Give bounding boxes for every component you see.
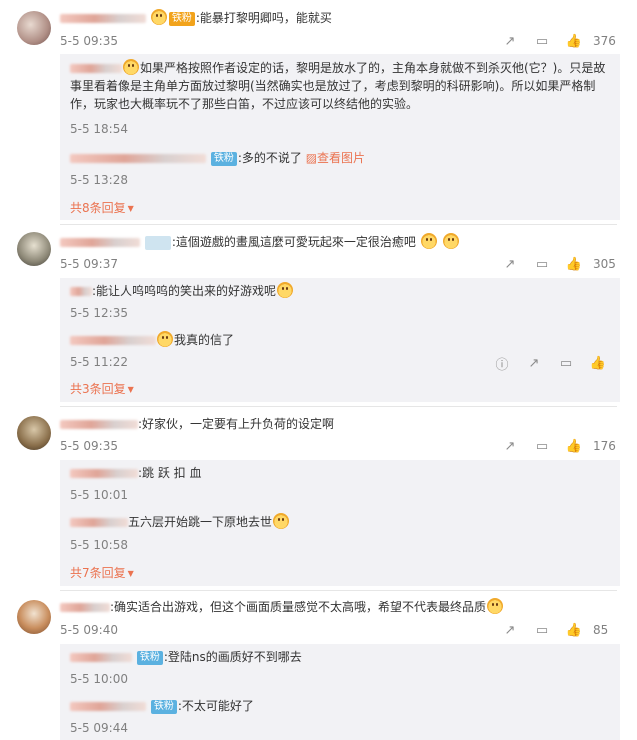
more-replies-link[interactable]: 共7条回复 ▼ [70, 564, 134, 582]
reply-time: 5-5 13:28 [70, 173, 128, 187]
reply-item: 如果严格按照作者设定的话，黎明是放水了的，主角本身就做不到杀灭他(它？)。只是故… [70, 59, 606, 111]
share-icon[interactable]: ↗ [494, 31, 526, 51]
username[interactable] [70, 336, 156, 345]
like-icon[interactable]: 👍 [558, 31, 590, 51]
reply-time: 5-5 09:44 [70, 721, 128, 735]
reply-list: :能让人呜呜呜的笑出来的好游戏呢 5-5 12:35 我真的信了 5-5 11:… [60, 278, 620, 402]
like-icon[interactable]: 👍 [558, 254, 590, 274]
comment-time: 5-5 09:35 [60, 34, 118, 48]
reply-list: 如果严格按照作者设定的话，黎明是放水了的，主角本身就做不到杀灭他(它？)。只是故… [60, 54, 620, 220]
reply-time: 5-5 11:22 [70, 355, 128, 369]
avatar[interactable] [17, 416, 51, 450]
emoji-icon [123, 59, 139, 75]
username[interactable] [60, 420, 138, 429]
avatar[interactable] [17, 232, 51, 266]
share-icon[interactable]: ↗ [494, 620, 526, 640]
username[interactable] [60, 603, 110, 612]
emoji-icon [273, 513, 290, 529]
divider [60, 224, 617, 225]
comment-text: :能暴打黎明卿吗，能就买 [195, 11, 332, 25]
more-replies-link[interactable]: 共8条回复 ▼ [70, 199, 134, 217]
username[interactable] [60, 14, 146, 23]
reply-list: :跳 跃 扣 血 5-5 10:01 五六层开始跳一下原地去世 5-5 10:5… [60, 460, 620, 586]
reply-item: :跳 跃 扣 血 [70, 464, 615, 482]
reply-time: 5-5 10:58 [70, 538, 128, 552]
comment-text: :好家伙，一定要有上升负荷的设定啊 [138, 417, 335, 431]
fan-badge: 铁粉 [136, 651, 163, 665]
username[interactable] [70, 653, 132, 662]
fan-badge: 铁粉 [168, 12, 195, 26]
comment-time: 5-5 09:37 [60, 257, 118, 271]
more-replies-link[interactable]: 共3条回复 ▼ [70, 380, 134, 398]
like-count: 176 [593, 439, 616, 453]
reply-item: 铁粉:不太可能好了 [70, 697, 615, 715]
comment-icon[interactable]: ▭ [552, 353, 580, 373]
fan-badge: 铁粉 [210, 152, 237, 166]
comment-icon[interactable]: ▭ [526, 620, 558, 640]
username[interactable] [70, 518, 128, 527]
reply-item: 我真的信了 [70, 331, 615, 349]
comment-icon[interactable]: ▭ [526, 436, 558, 456]
username[interactable] [70, 64, 122, 73]
share-icon[interactable]: ↗ [520, 353, 548, 373]
comment-icon[interactable]: ▭ [526, 31, 558, 51]
share-icon[interactable]: ↗ [494, 436, 526, 456]
like-count: 305 [593, 257, 616, 271]
emoji-icon [277, 282, 294, 298]
emoji-icon [420, 233, 437, 249]
reply-time: 5-5 10:00 [70, 672, 128, 686]
reply-time: 5-5 10:01 [70, 488, 128, 502]
username[interactable] [70, 702, 146, 711]
fan-badge: 铁粉 [144, 236, 171, 250]
share-icon[interactable]: ↗ [494, 254, 526, 274]
comment-time: 5-5 09:40 [60, 623, 118, 637]
reply-item: 铁粉:登陆ns的画质好不到哪去 [70, 648, 615, 666]
view-image-link[interactable]: ▨查看图片 [306, 151, 365, 165]
like-count: 85 [593, 623, 609, 637]
comment-time: 5-5 09:35 [60, 439, 118, 453]
emoji-icon [150, 9, 167, 25]
reply-item: :能让人呜呜呜的笑出来的好游戏呢 [70, 282, 615, 300]
reply-time: 5-5 12:35 [70, 306, 128, 320]
comment-text: :确实适合出游戏，但这个画面质量感觉不太高哦，希望不代表最终品质 [110, 600, 487, 614]
like-icon[interactable]: 👍 [584, 353, 612, 373]
reply-item: 铁粉:多的不说了 ▨查看图片 [70, 149, 615, 167]
like-count: 376 [593, 34, 616, 48]
comment-icon[interactable]: ▭ [526, 254, 558, 274]
reply-time: 5-5 18:54 [70, 122, 128, 136]
fan-badge: 铁粉 [150, 700, 177, 714]
username[interactable] [60, 238, 140, 247]
report-icon[interactable]: ⓘ [488, 353, 516, 373]
username[interactable] [70, 287, 92, 296]
emoji-icon [442, 233, 459, 249]
reply-item: 五六层开始跳一下原地去世 [70, 513, 615, 531]
divider [60, 406, 617, 407]
like-icon[interactable]: 👍 [558, 620, 590, 640]
divider [60, 590, 617, 591]
comment-text: :這個遊戲的畫風這麼可愛玩起來一定很治癒吧 [171, 235, 416, 249]
emoji-icon [157, 331, 173, 347]
username[interactable] [70, 469, 138, 478]
reply-list: 铁粉:登陆ns的画质好不到哪去 5-5 10:00 铁粉:不太可能好了 5-5 … [60, 644, 620, 740]
avatar[interactable] [17, 600, 51, 634]
like-icon[interactable]: 👍 [558, 436, 590, 456]
emoji-icon [487, 598, 504, 614]
avatar[interactable] [17, 11, 51, 45]
username[interactable] [70, 154, 206, 163]
